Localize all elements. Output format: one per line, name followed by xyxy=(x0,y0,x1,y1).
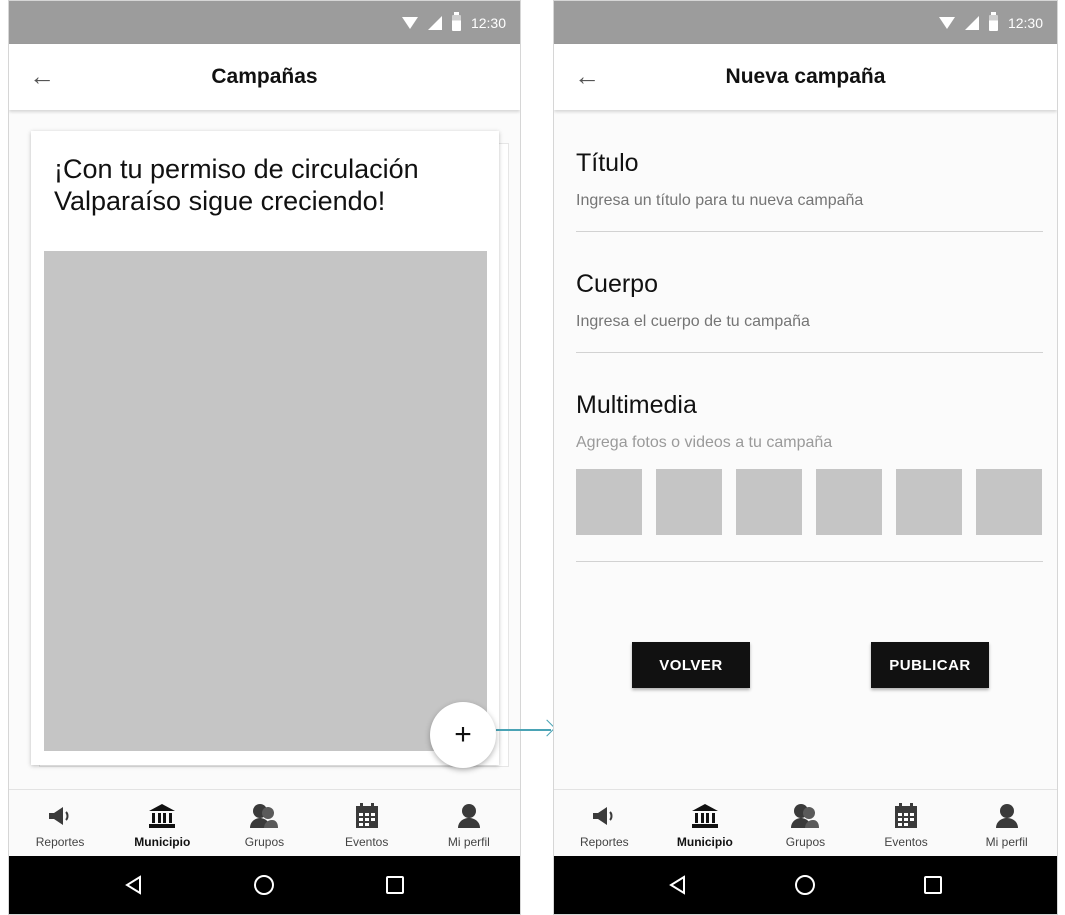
status-bar: 12:30 xyxy=(9,1,520,44)
bottom-nav: Reportes Municipio Grupos Eventos Mi per… xyxy=(9,789,520,858)
campaigns-screen: 12:30 ← Campañas ¡Con tu permiso de circ… xyxy=(8,0,521,915)
plus-icon: + xyxy=(454,718,472,751)
page-title: Campañas xyxy=(211,65,318,88)
status-time: 12:30 xyxy=(470,14,506,31)
wifi-icon xyxy=(401,16,418,29)
nav-label: Municipio xyxy=(134,835,191,849)
publish-button[interactable]: PUBLICAR xyxy=(871,642,989,688)
campaign-image-placeholder xyxy=(44,251,487,751)
nav-item-mi-perfil[interactable]: Mi perfil xyxy=(424,800,514,849)
group-icon xyxy=(790,800,820,832)
city-hall-icon xyxy=(690,800,720,832)
back-arrow-icon[interactable]: ← xyxy=(572,62,602,92)
campaign-card[interactable]: ¡Con tu permiso de circulación Valparaís… xyxy=(31,131,499,765)
nav-label: Municipio xyxy=(676,835,733,849)
back-arrow-icon[interactable]: ← xyxy=(27,62,57,92)
title-field: Título xyxy=(576,111,1043,232)
multimedia-field: Multimedia Agrega fotos o videos a tu ca… xyxy=(576,353,1043,562)
system-home-icon[interactable] xyxy=(244,865,284,905)
back-button[interactable]: VOLVER xyxy=(632,642,750,688)
nav-label: Mi perfil xyxy=(985,835,1028,849)
battery-icon xyxy=(451,11,461,31)
nav-label: Grupos xyxy=(244,835,285,849)
profile-icon xyxy=(454,800,484,832)
body-field-label: Cuerpo xyxy=(576,270,658,298)
status-bar: 12:30 xyxy=(554,1,1057,44)
system-back-icon[interactable] xyxy=(114,865,154,905)
body-input[interactable] xyxy=(576,313,1043,331)
bottom-nav: Reportes Municipio Grupos Eventos Mi per… xyxy=(554,789,1057,858)
nav-item-eventos[interactable]: Eventos xyxy=(322,800,412,849)
new-campaign-screen: 12:30 ← Nueva campaña Título Cuerpo Mult… xyxy=(553,0,1058,915)
system-nav-bar xyxy=(9,856,520,914)
campaign-card-title: ¡Con tu permiso de circulación Valparaís… xyxy=(54,154,419,216)
media-thumbnail-slot[interactable] xyxy=(576,469,642,535)
wifi-icon xyxy=(938,16,955,29)
system-home-icon[interactable] xyxy=(785,865,825,905)
page-title: Nueva campaña xyxy=(725,65,886,88)
media-thumbnail-slot[interactable] xyxy=(976,469,1042,535)
app-bar: ← Campañas xyxy=(9,44,520,110)
new-campaign-form: Título Cuerpo Multimedia Agrega fotos o … xyxy=(576,111,1043,562)
campaign-card-stack: ¡Con tu permiso de circulación Valparaís… xyxy=(31,131,509,767)
profile-icon xyxy=(992,800,1022,832)
system-recents-icon[interactable] xyxy=(913,865,953,905)
media-thumbnail-slot[interactable] xyxy=(736,469,802,535)
megaphone-icon xyxy=(45,800,75,832)
calendar-icon xyxy=(352,800,382,832)
body-field: Cuerpo xyxy=(576,232,1043,353)
add-campaign-button[interactable]: + xyxy=(430,702,496,768)
signal-icon xyxy=(427,15,442,30)
system-nav-bar xyxy=(554,856,1057,914)
nav-label: Mi perfil xyxy=(447,835,490,849)
calendar-icon xyxy=(891,800,921,832)
megaphone-icon xyxy=(589,800,619,832)
nav-item-mi-perfil[interactable]: Mi perfil xyxy=(962,800,1052,849)
nav-label: Eventos xyxy=(884,835,928,849)
title-input[interactable] xyxy=(576,192,1043,210)
media-thumbnail-slot[interactable] xyxy=(816,469,882,535)
nav-label: Reportes xyxy=(35,835,85,849)
nav-item-municipio[interactable]: Municipio xyxy=(117,800,207,849)
nav-label: Grupos xyxy=(785,835,826,849)
nav-item-eventos[interactable]: Eventos xyxy=(861,800,951,849)
nav-item-grupos[interactable]: Grupos xyxy=(760,800,850,849)
system-recents-icon[interactable] xyxy=(375,865,415,905)
nav-item-reportes[interactable]: Reportes xyxy=(559,800,649,849)
multimedia-hint: Agrega fotos o videos a tu campaña xyxy=(576,434,833,451)
nav-label: Reportes xyxy=(579,835,629,849)
media-thumbnail-slot[interactable] xyxy=(656,469,722,535)
status-time: 12:30 xyxy=(1007,14,1043,31)
media-thumbnails xyxy=(576,469,1043,535)
nav-item-grupos[interactable]: Grupos xyxy=(219,800,309,849)
group-icon xyxy=(249,800,279,832)
city-hall-icon xyxy=(147,800,177,832)
nav-label: Eventos xyxy=(344,835,389,849)
form-actions: VOLVER PUBLICAR xyxy=(554,642,1057,688)
app-bar: ← Nueva campaña xyxy=(554,44,1057,110)
nav-item-reportes[interactable]: Reportes xyxy=(15,800,105,849)
battery-icon xyxy=(988,11,998,31)
system-back-icon[interactable] xyxy=(658,865,698,905)
multimedia-field-label: Multimedia xyxy=(576,391,697,419)
media-thumbnail-slot[interactable] xyxy=(896,469,962,535)
signal-icon xyxy=(964,15,979,30)
title-field-label: Título xyxy=(576,149,639,177)
nav-item-municipio[interactable]: Municipio xyxy=(660,800,750,849)
